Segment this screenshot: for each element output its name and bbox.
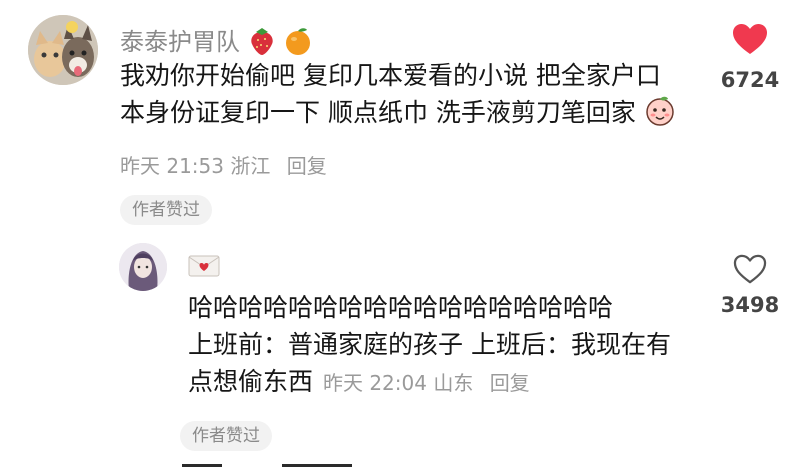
peach-face-emoji [644, 95, 676, 137]
comment-2-text: 哈哈哈哈哈哈哈哈哈哈哈哈哈哈哈哈哈 上班前：普通家庭的孩子 上班后：我现在有 点… [188, 293, 671, 396]
love-letter-icon [188, 255, 220, 281]
comment-location: 浙江 [230, 154, 271, 178]
avatar[interactable] [28, 15, 98, 85]
reply-button[interactable]: 回复 [490, 371, 530, 395]
comment-1-username[interactable]: 泰泰护胃队 [120, 22, 313, 62]
author-liked-tag: 作者赞过 [120, 195, 212, 225]
next-comment-cropped [182, 464, 382, 473]
avatar[interactable] [119, 243, 167, 291]
comment-time: 昨天 21:53 [120, 154, 224, 178]
like-button[interactable] [732, 253, 768, 289]
heart-outline-icon [733, 254, 767, 284]
like-count: 3498 [720, 293, 780, 317]
comment-1-text: 我劝你开始偷吧 复印几本爱看的小说 把全家户口 本身份证复印一下 顺点纸巾 洗手… [120, 57, 676, 137]
reply-button[interactable]: 回复 [287, 154, 327, 178]
comment-time: 昨天 22:04 [322, 371, 427, 395]
like-button[interactable] [731, 22, 769, 60]
like-count: 6724 [720, 68, 780, 92]
comment-2-meta: 昨天 22:04 山东 回复 [323, 371, 530, 395]
comment-1-meta: 昨天 21:53 浙江 回复 [120, 150, 327, 179]
comment-location: 山东 [433, 371, 474, 395]
heart-filled-icon [733, 24, 767, 54]
author-liked-tag: 作者赞过 [180, 421, 272, 451]
